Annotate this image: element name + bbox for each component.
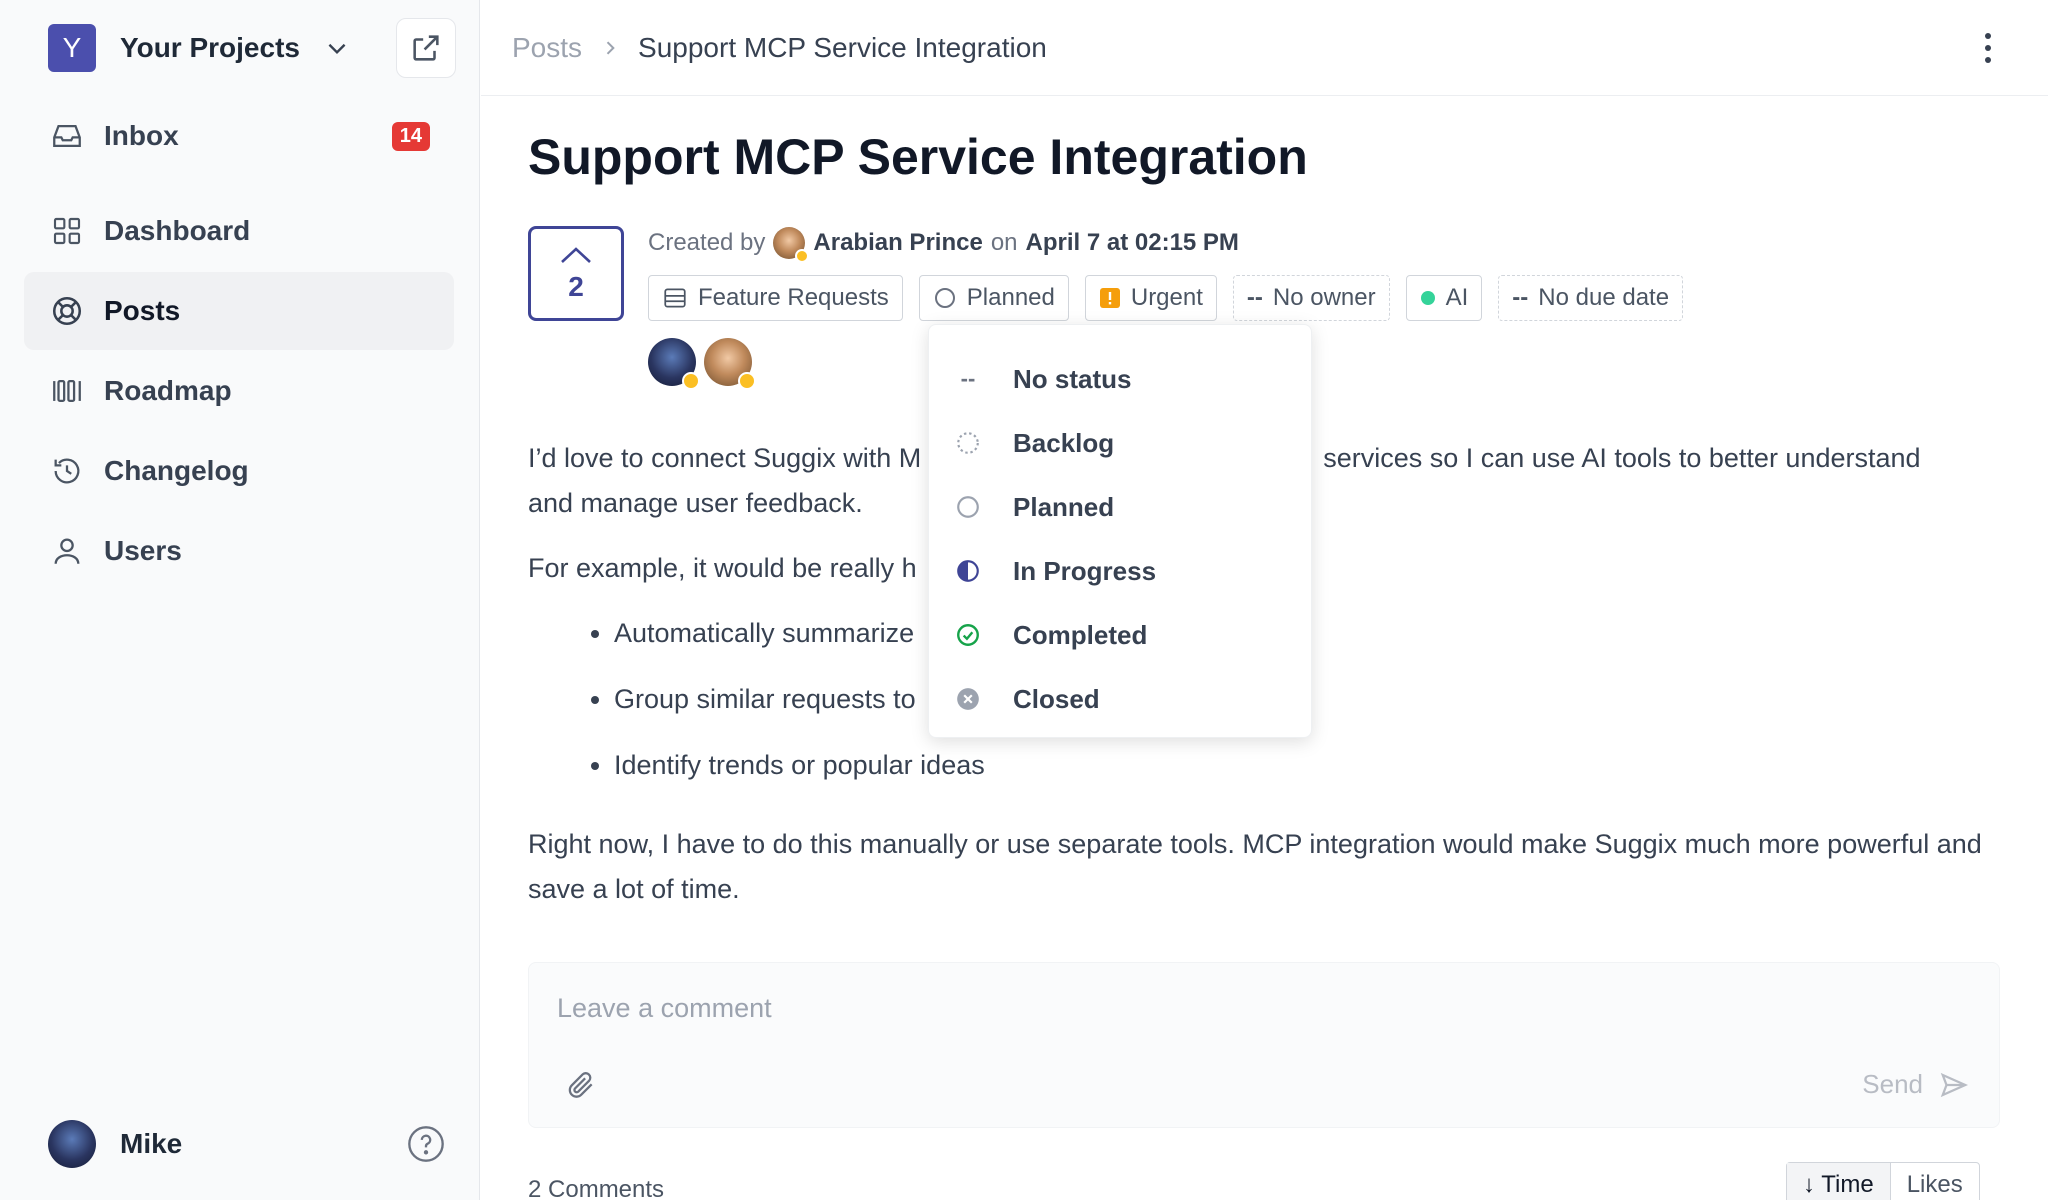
urgent-icon — [1099, 287, 1121, 309]
planned-icon — [955, 494, 981, 520]
send-button[interactable]: Send — [1862, 1069, 1969, 1100]
sort-by-likes-button[interactable]: Likes — [1891, 1163, 1979, 1200]
dash-icon: -- — [960, 366, 976, 391]
post-paragraph: Right now, I have to do this manually or… — [528, 829, 1982, 904]
due-date-label: No due date — [1538, 284, 1670, 311]
tag-label: AI — [1445, 284, 1469, 311]
status-option-in-progress[interactable]: In Progress — [929, 539, 1311, 603]
paperclip-icon[interactable] — [565, 1069, 597, 1101]
project-switcher[interactable]: Y Your Projects — [48, 24, 350, 72]
board-label: Feature Requests — [698, 284, 889, 311]
project-logo: Y — [48, 24, 96, 72]
check-circle-icon — [955, 622, 981, 648]
sidebar-item-label: Roadmap — [104, 375, 232, 406]
sidebar-item-label: Dashboard — [104, 215, 251, 246]
send-label: Send — [1862, 1069, 1923, 1099]
voter-avatar[interactable] — [648, 338, 700, 390]
owner-chip[interactable]: -- No owner — [1232, 275, 1390, 321]
empty-value-icon: -- — [1246, 284, 1263, 311]
status-option-closed[interactable]: Closed — [929, 667, 1311, 731]
post-date: April 7 at 02:15 PM — [1025, 229, 1239, 256]
help-icon[interactable] — [406, 1124, 446, 1164]
project-name: Your Projects — [120, 32, 300, 63]
status-option-backlog[interactable]: Backlog — [929, 411, 1311, 475]
status-option-label: Backlog — [1013, 427, 1115, 458]
list-item: Identify trends or popular ideas — [614, 743, 1988, 788]
x-circle-icon — [955, 686, 981, 712]
breadcrumb-current: Support MCP Service Integration — [638, 31, 1047, 63]
author-avatar — [773, 227, 810, 263]
on-label: on — [990, 229, 1018, 256]
sidebar-item-label: Users — [104, 535, 182, 566]
inbox-count-badge: 14 — [391, 122, 430, 151]
sidebar-item-roadmap[interactable]: Roadmap — [24, 352, 454, 430]
sidebar-item-label: Posts — [104, 295, 181, 326]
status-option-no-status[interactable]: -- No status — [929, 347, 1311, 411]
status-option-label: Planned — [1013, 491, 1115, 522]
status-option-planned[interactable]: Planned — [929, 475, 1311, 539]
status-option-label: In Progress — [1013, 555, 1157, 586]
board-chip[interactable]: Feature Requests — [648, 275, 903, 321]
priority-label: Urgent — [1130, 284, 1203, 311]
sidebar-item-label: Changelog — [104, 455, 249, 486]
avatar — [48, 1120, 96, 1168]
sidebar-item-label: Inbox — [104, 120, 179, 151]
planned-status-icon — [933, 286, 957, 310]
comment-input[interactable]: Leave a comment — [557, 993, 772, 1024]
comment-sort-toggle: ↓ Time Likes — [1786, 1162, 1980, 1200]
post-properties: Feature Requests Planned Urgent -- No ow… — [648, 275, 1699, 321]
more-options-icon[interactable] — [1984, 32, 1992, 64]
lifebuoy-icon — [50, 294, 84, 328]
chevron-down-icon — [328, 43, 346, 55]
status-option-label: Closed — [1013, 683, 1100, 714]
sidebar-item-dashboard[interactable]: Dashboard — [24, 192, 454, 270]
inbox-icon — [50, 119, 84, 153]
dashboard-icon — [50, 214, 84, 248]
user-name: Mike — [120, 1128, 183, 1159]
open-external-button[interactable] — [396, 18, 456, 78]
voter-avatars — [648, 338, 760, 390]
sidebar: Y Your Projects Inbox 14 Dashboard Posts… — [0, 0, 480, 1200]
history-icon — [50, 454, 84, 488]
post-meta: Created by Arabian Prince on April 7 at … — [648, 226, 1239, 263]
status-label: Planned — [966, 284, 1055, 311]
chevron-right-icon — [606, 40, 615, 55]
chevron-up-icon — [561, 246, 591, 263]
backlog-icon — [955, 430, 981, 456]
status-dropdown-menu: -- No status Backlog Planned In Progress… — [928, 324, 1312, 738]
owner-label: No owner — [1272, 284, 1376, 311]
status-option-label: Completed — [1013, 619, 1148, 650]
due-date-chip[interactable]: -- No due date — [1498, 275, 1684, 321]
comment-editor[interactable]: Leave a comment Send — [528, 962, 2000, 1128]
priority-chip[interactable]: Urgent — [1084, 275, 1217, 321]
sort-by-time-button[interactable]: ↓ Time — [1787, 1163, 1891, 1200]
breadcrumb: Posts Support MCP Service Integration — [481, 0, 2048, 96]
breadcrumb-posts-link[interactable]: Posts — [512, 32, 582, 64]
vote-count: 2 — [568, 270, 584, 302]
tag-dot-icon — [1420, 290, 1436, 306]
sidebar-item-posts[interactable]: Posts — [24, 272, 454, 350]
board-icon — [662, 285, 688, 311]
sidebar-item-users[interactable]: Users — [24, 512, 454, 590]
upvote-button[interactable]: 2 — [528, 226, 624, 321]
in-progress-icon — [955, 558, 981, 584]
voter-avatar[interactable] — [704, 338, 756, 390]
created-by-label: Created by — [648, 229, 766, 256]
user-icon — [50, 534, 84, 568]
current-user[interactable]: Mike — [48, 1120, 182, 1168]
empty-value-icon: -- — [1512, 284, 1529, 311]
status-option-completed[interactable]: Completed — [929, 603, 1311, 667]
sidebar-item-changelog[interactable]: Changelog — [24, 432, 454, 510]
roadmap-icon — [50, 374, 84, 408]
external-link-icon — [413, 35, 439, 61]
status-option-label: No status — [1013, 363, 1132, 394]
tag-chip[interactable]: AI — [1405, 275, 1483, 321]
sidebar-item-inbox[interactable]: Inbox 14 — [24, 97, 454, 175]
comments-count: 2 Comments — [528, 1176, 665, 1200]
post-title: Support MCP Service Integration — [528, 129, 1308, 185]
send-icon — [1940, 1072, 1969, 1097]
status-chip[interactable]: Planned — [918, 275, 1069, 321]
author-name[interactable]: Arabian Prince — [813, 229, 982, 257]
